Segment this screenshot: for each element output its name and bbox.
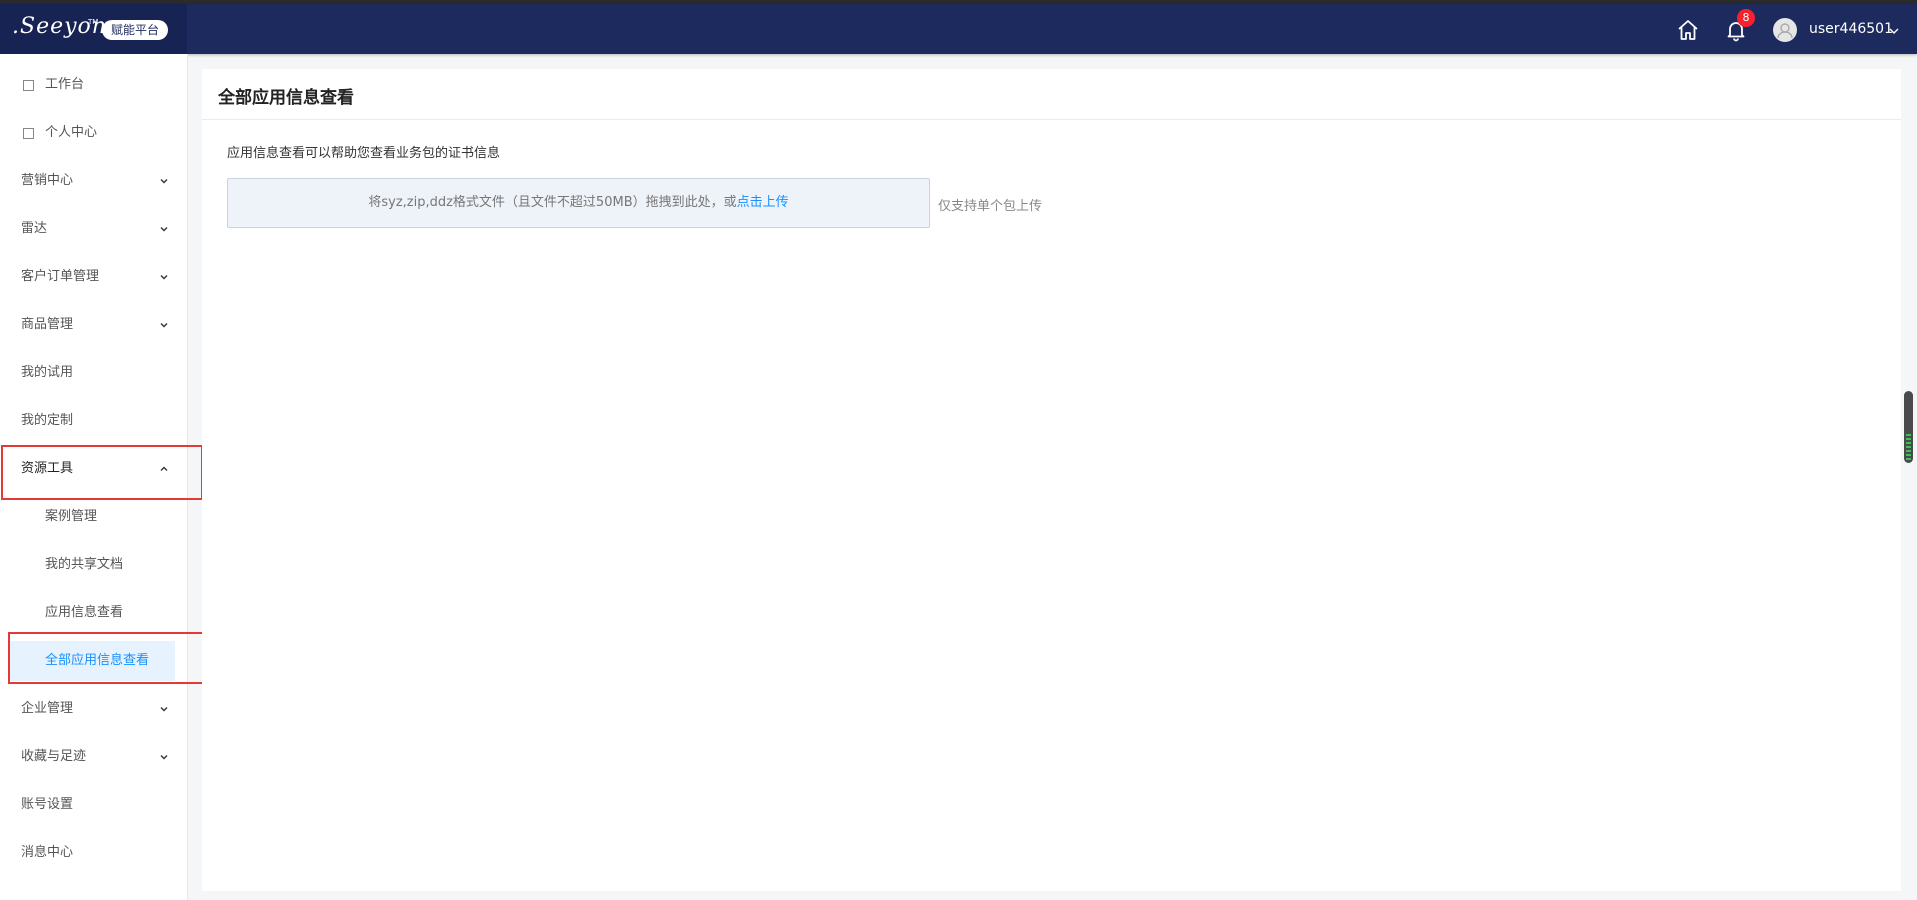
chevron-down-icon bbox=[160, 275, 168, 280]
sidebar-item-label: 个人中心 bbox=[45, 125, 98, 140]
logo-trademark: TM bbox=[88, 18, 99, 26]
page-icon bbox=[23, 128, 34, 139]
user-avatar-icon[interactable] bbox=[1773, 18, 1797, 42]
sidebar-item-personal-center[interactable]: 个人中心 bbox=[0, 113, 187, 153]
highlight-box-resource-tools bbox=[1, 445, 203, 500]
sidebar-item-customer-orders[interactable]: 客户订单管理 bbox=[0, 257, 187, 297]
sidebar-item-label: 消息中心 bbox=[21, 845, 74, 860]
page-icon bbox=[23, 80, 34, 91]
notification-badge: 8 bbox=[1737, 9, 1755, 27]
sidebar-item-enterprise[interactable]: 企业管理 bbox=[0, 689, 187, 729]
sidebar-item-label: 商品管理 bbox=[21, 317, 74, 332]
sidebar-item-label: 我的共享文档 bbox=[45, 557, 124, 572]
top-header: .Seeyon TM 赋能平台 8 user446501 bbox=[0, 4, 1917, 54]
chevron-down-icon bbox=[160, 707, 168, 712]
sidebar-item-label: 收藏与足迹 bbox=[21, 749, 87, 764]
sidebar-item-label: 我的定制 bbox=[21, 413, 74, 428]
sidebar-item-app-info[interactable]: 应用信息查看 bbox=[0, 593, 187, 633]
sidebar-item-case-management[interactable]: 案例管理 bbox=[0, 497, 187, 537]
chevron-down-icon bbox=[160, 323, 168, 328]
page-title: 全部应用信息查看 bbox=[218, 88, 354, 108]
chevron-down-icon bbox=[160, 755, 168, 760]
sidebar-item-workbench[interactable]: 工作台 bbox=[0, 65, 187, 105]
sidebar-item-label: 客户订单管理 bbox=[21, 269, 100, 284]
sidebar-item-label: 营销中心 bbox=[21, 173, 74, 188]
page-description: 应用信息查看可以帮助您查看业务包的证书信息 bbox=[227, 146, 501, 161]
sidebar-item-label: 我的试用 bbox=[21, 365, 74, 380]
sidebar-item-favorites[interactable]: 收藏与足迹 bbox=[0, 737, 187, 777]
sidebar-item-message-center[interactable]: 消息中心 bbox=[0, 833, 187, 873]
title-divider bbox=[202, 119, 1901, 120]
sidebar-item-label: 工作台 bbox=[45, 77, 85, 92]
sidebar-item-label: 应用信息查看 bbox=[45, 605, 124, 620]
sidebar-item-shared-docs[interactable]: 我的共享文档 bbox=[0, 545, 187, 585]
sidebar-item-account-settings[interactable]: 账号设置 bbox=[0, 785, 187, 825]
highlight-box-all-app-info bbox=[8, 632, 218, 684]
sidebar-item-radar[interactable]: 雷达 bbox=[0, 209, 187, 249]
sidebar-item-label: 案例管理 bbox=[45, 509, 98, 524]
sidebar-item-label: 雷达 bbox=[21, 221, 48, 236]
chevron-down-icon[interactable] bbox=[1888, 22, 1900, 34]
chevron-down-icon bbox=[160, 227, 168, 232]
upload-prompt: 将syz,zip,ddz格式文件（且文件不超过50MB）拖拽到此处，或 bbox=[368, 195, 737, 210]
main-panel: 全部应用信息查看 应用信息查看可以帮助您查看业务包的证书信息 将syz,zip,… bbox=[202, 69, 1901, 891]
upload-link[interactable]: 点击上传 bbox=[737, 195, 789, 210]
scrollbar-grip bbox=[1906, 434, 1911, 460]
upload-hint: 仅支持单个包上传 bbox=[938, 199, 1043, 214]
chevron-down-icon bbox=[160, 179, 168, 184]
username[interactable]: user446501 bbox=[1809, 19, 1893, 39]
sidebar-item-label: 账号设置 bbox=[21, 797, 74, 812]
upload-dropzone[interactable]: 将syz,zip,ddz格式文件（且文件不超过50MB）拖拽到此处，或点击上传 bbox=[227, 178, 930, 228]
sidebar-item-my-trials[interactable]: 我的试用 bbox=[0, 353, 187, 393]
logo-area[interactable]: .Seeyon TM 赋能平台 bbox=[0, 4, 187, 54]
sidebar-item-marketing[interactable]: 营销中心 bbox=[0, 161, 187, 201]
home-icon[interactable] bbox=[1676, 18, 1700, 42]
sidebar-item-my-custom[interactable]: 我的定制 bbox=[0, 401, 187, 441]
sidebar-item-label: 企业管理 bbox=[21, 701, 74, 716]
sidebar-item-products[interactable]: 商品管理 bbox=[0, 305, 187, 345]
platform-badge: 赋能平台 bbox=[102, 20, 169, 40]
